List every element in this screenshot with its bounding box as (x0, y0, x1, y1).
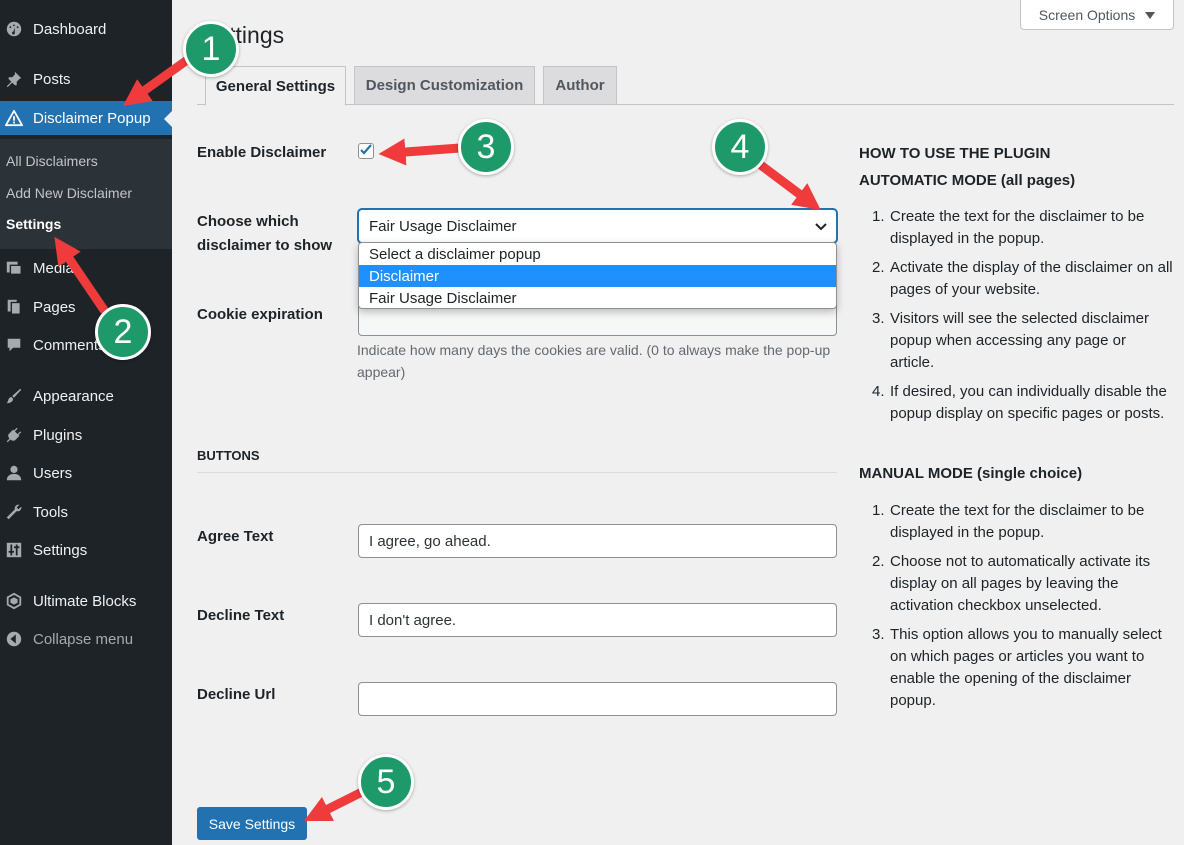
sidebar-item-label: Ultimate Blocks (33, 592, 137, 610)
automatic-mode-steps: 1. Create the text for the disclaimer to … (859, 206, 1174, 432)
submenu-item-all-disclaimers[interactable]: All Disclaimers (6, 153, 98, 169)
sidebar-item-appearance[interactable]: Appearance (0, 379, 172, 413)
wrench-icon (4, 502, 24, 522)
sidebar-item-label: Pages (33, 298, 76, 316)
annotation-badge-4: 4 (712, 119, 768, 175)
chevron-down-icon (814, 219, 828, 237)
collapse-icon (4, 629, 24, 649)
tab-author[interactable]: Author (543, 66, 617, 105)
disclaimer-dropdown-list: Select a disclaimer popup Disclaimer Fai… (358, 242, 837, 309)
list-item: 3. Visitors will see the selected disclai… (872, 310, 1149, 371)
arrow-4 (757, 161, 821, 211)
decline-url-label: Decline Url (197, 686, 276, 703)
dropdown-option[interactable]: Fair Usage Disclaimer (359, 287, 836, 308)
cookie-expiration-label: Cookie expiration (197, 306, 323, 323)
sidebar-item-users[interactable]: Users (0, 456, 172, 490)
annotation-badge-2: 2 (95, 304, 151, 360)
annotation-badge-5: 5 (358, 754, 414, 810)
annotation-badge-1: 1 (183, 21, 239, 77)
decline-text-input[interactable] (358, 603, 837, 637)
enable-disclaimer-label: Enable Disclaimer (197, 144, 327, 161)
sidebar-item-label: Disclaimer Popup (33, 109, 151, 127)
submenu-item-settings[interactable]: Settings (6, 216, 61, 232)
sidebar-item-label: Settings (33, 541, 88, 559)
sliders-icon (4, 540, 24, 560)
list-item: 3. This option allows you to manually sel… (872, 626, 1162, 709)
sidebar-item-label: Media (33, 259, 74, 277)
sidebar-item-label: Appearance (33, 387, 114, 405)
comment-icon (4, 335, 24, 355)
arrow-3 (378, 138, 465, 166)
screen-options-button[interactable]: Screen Options (1020, 0, 1174, 30)
cookie-description: Indicate how many days the cookies are v… (357, 342, 831, 380)
admin-sidebar: Dashboard Posts Disclaimer Popup All Dis… (0, 0, 172, 845)
sidebar-item-media[interactable]: Media (0, 251, 172, 285)
caret-down-icon (1145, 7, 1156, 23)
buttons-section-heading: BUTTONS (197, 448, 260, 463)
sidebar-item-label: Plugins (33, 426, 83, 444)
sidebar-item-ultimate-blocks[interactable]: Ultimate Blocks (0, 584, 172, 618)
automatic-mode-heading: AUTOMATIC MODE (all pages) (859, 172, 1076, 189)
blocks-icon (4, 591, 24, 611)
submenu-item-add-new[interactable]: Add New Disclaimer (6, 185, 132, 201)
disclaimer-submenu: All Disclaimers Add New Disclaimer Setti… (0, 139, 172, 249)
sidebar-item-posts[interactable]: Posts (0, 62, 172, 96)
agree-text-label: Agree Text (197, 528, 274, 545)
sidebar-item-settings[interactable]: Settings (0, 533, 172, 567)
sidebar-item-label: Posts (33, 70, 71, 88)
decline-url-input[interactable] (358, 682, 837, 716)
tab-design-customization[interactable]: Design Customization (354, 66, 535, 105)
save-settings-button[interactable]: Save Settings (197, 807, 307, 840)
checkmark-icon (359, 143, 373, 160)
user-icon (4, 463, 24, 483)
list-item: 2. Activate the display of the disclaimer… (872, 259, 1173, 298)
pin-icon (4, 69, 24, 89)
brush-icon (4, 386, 24, 406)
agree-text-input[interactable] (358, 524, 837, 558)
disclaimer-select[interactable]: Fair Usage Disclaimer (358, 209, 837, 243)
manual-mode-heading: MANUAL MODE (single choice) (859, 465, 1083, 482)
screen-options-label: Screen Options (1038, 6, 1136, 23)
sidebar-item-disclaimer-popup[interactable]: Disclaimer Popup (0, 101, 172, 135)
dropdown-option-highlighted[interactable]: Disclaimer (359, 265, 836, 287)
sidebar-item-dashboard[interactable]: Dashboard (0, 12, 172, 46)
warning-icon (4, 108, 24, 128)
sidebar-item-label: Users (33, 464, 73, 482)
section-divider (197, 472, 837, 473)
dashboard-icon (4, 19, 24, 39)
decline-text-label: Decline Text (197, 607, 285, 624)
manual-mode-steps: 1. Create the text for the disclaimer to … (859, 500, 1174, 719)
list-item: 1. Create the text for the disclaimer to … (872, 208, 1145, 247)
arrow-5 (303, 787, 367, 822)
list-item: 1. Create the text for the disclaimer to … (872, 502, 1145, 541)
help-heading: HOW TO USE THE PLUGIN (859, 145, 1051, 162)
pages-icon (4, 297, 24, 317)
annotation-badge-3: 3 (458, 119, 514, 175)
sidebar-item-label: Dashboard (33, 20, 107, 38)
sidebar-item-label: Collapse menu (33, 630, 134, 648)
disclaimer-select-value: Fair Usage Disclaimer (369, 217, 517, 235)
collapse-menu-button[interactable]: Collapse menu (0, 622, 172, 656)
media-icon (4, 258, 24, 278)
choose-disclaimer-label: Choose which disclaimer to show (197, 213, 333, 254)
enable-disclaimer-checkbox[interactable] (358, 143, 374, 159)
list-item: 2. Choose not to automatically activate i… (872, 553, 1151, 614)
sidebar-item-plugins[interactable]: Plugins (0, 418, 172, 452)
sidebar-item-label: Comments (33, 336, 106, 354)
list-item: 4. If desired, you can individually disab… (872, 383, 1167, 422)
dropdown-option[interactable]: Select a disclaimer popup (359, 243, 836, 265)
sidebar-item-tools[interactable]: Tools (0, 495, 172, 529)
sidebar-item-label: Tools (33, 503, 69, 521)
plug-icon (4, 425, 24, 445)
